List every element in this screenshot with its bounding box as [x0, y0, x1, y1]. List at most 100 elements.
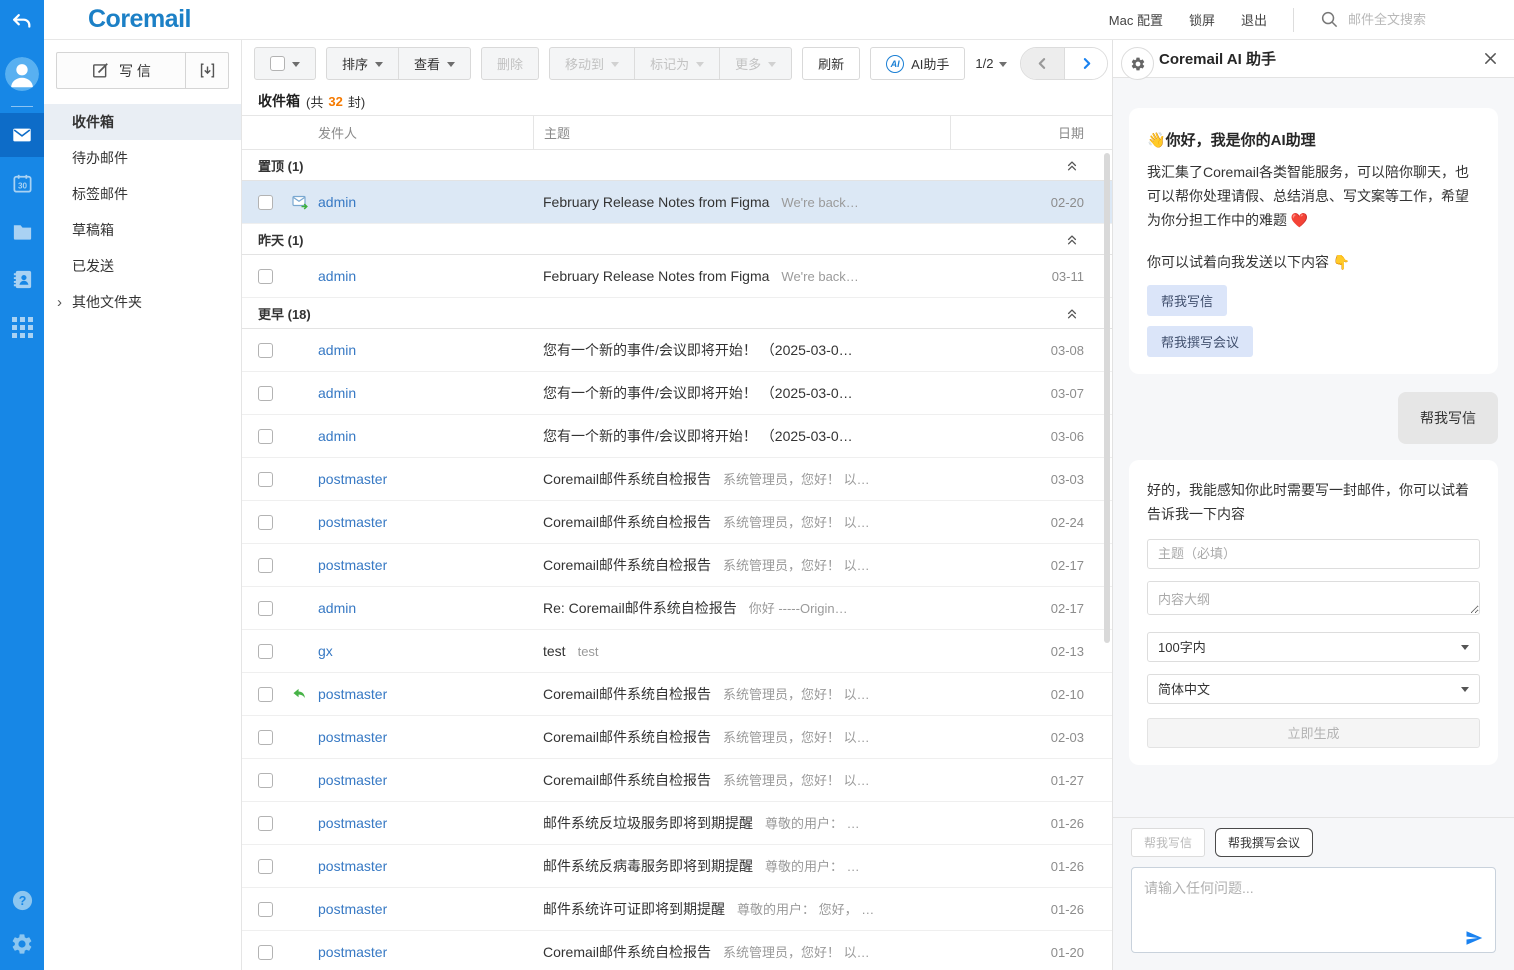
ai-question-input[interactable]: [1131, 867, 1496, 953]
row-checkbox[interactable]: [258, 730, 273, 745]
row-checkbox[interactable]: [258, 644, 273, 659]
contacts-icon[interactable]: [0, 257, 44, 301]
delete-button[interactable]: 删除: [482, 48, 538, 79]
avatar[interactable]: [0, 52, 44, 96]
email-row[interactable]: postmaster邮件系统许可证即将到期提醒尊敬的用户： 您好， …01-26: [242, 888, 1112, 931]
folder-icon[interactable]: [0, 209, 44, 253]
sender-link[interactable]: postmaster: [318, 858, 387, 874]
sidebar-item-2[interactable]: 标签邮件: [44, 176, 241, 212]
row-checkbox[interactable]: [258, 945, 273, 960]
sender-link[interactable]: admin: [318, 385, 356, 401]
list-settings-gear-icon[interactable]: [1121, 47, 1154, 80]
sidebar-item-0[interactable]: 收件箱: [44, 104, 241, 140]
email-row[interactable]: postmasterCoremail邮件系统自检报告系统管理员，您好！ 以…03…: [242, 458, 1112, 501]
menu-logout[interactable]: 退出: [1241, 10, 1267, 29]
scrollbar-thumb[interactable]: [1104, 153, 1110, 643]
quick-button[interactable]: 帮我撰写会议: [1215, 828, 1313, 857]
row-checkbox[interactable]: [258, 472, 273, 487]
row-checkbox[interactable]: [258, 773, 273, 788]
page-indicator[interactable]: 1/2: [975, 56, 1007, 71]
send-icon[interactable]: [1464, 929, 1484, 947]
generate-now-button[interactable]: 立即生成: [1147, 718, 1480, 748]
sender-link[interactable]: postmaster: [318, 901, 387, 917]
sender-link[interactable]: postmaster: [318, 729, 387, 745]
sender-link[interactable]: postmaster: [318, 815, 387, 831]
email-row[interactable]: postmasterCoremail邮件系统自检报告系统管理员，您好！ 以…02…: [242, 544, 1112, 587]
row-checkbox[interactable]: [258, 195, 273, 210]
email-row[interactable]: admin您有一个新的事件/会议即将开始！ （2025-03-0…03-07: [242, 372, 1112, 415]
compose-button[interactable]: 写 信: [57, 53, 186, 88]
column-sender[interactable]: 发件人: [242, 116, 533, 149]
mail-outline-textarea[interactable]: [1147, 581, 1480, 615]
row-checkbox[interactable]: [258, 386, 273, 401]
column-subject[interactable]: 主题: [533, 116, 950, 149]
row-checkbox[interactable]: [258, 558, 273, 573]
email-row[interactable]: postmasterCoremail邮件系统自检报告系统管理员，您好！ 以…02…: [242, 501, 1112, 544]
ai-assistant-button[interactable]: AIAI助手: [871, 48, 964, 79]
suggestion-chip[interactable]: 帮我撰写会议: [1147, 326, 1253, 357]
search-icon[interactable]: [1320, 10, 1339, 29]
menu-mac-config[interactable]: Mac 配置: [1109, 10, 1163, 29]
mark-as-button[interactable]: 标记为: [634, 48, 719, 79]
sender-link[interactable]: postmaster: [318, 471, 387, 487]
collapse-icon[interactable]: [1066, 233, 1078, 246]
view-button[interactable]: 查看: [398, 48, 470, 79]
sender-link[interactable]: admin: [318, 342, 356, 358]
sidebar-item-1[interactable]: 待办邮件: [44, 140, 241, 176]
settings-gear-icon[interactable]: [0, 922, 44, 966]
email-row[interactable]: postmasterCoremail邮件系统自检报告系统管理员，您好！ 以…02…: [242, 716, 1112, 759]
quick-button[interactable]: 帮我写信: [1131, 828, 1205, 857]
collapse-icon[interactable]: [1066, 159, 1078, 172]
sender-link[interactable]: admin: [318, 194, 356, 210]
email-row[interactable]: admin您有一个新的事件/会议即将开始！ （2025-03-0…03-08: [242, 329, 1112, 372]
length-select[interactable]: 100字内: [1147, 632, 1480, 662]
sender-link[interactable]: postmaster: [318, 514, 387, 530]
email-row[interactable]: admin您有一个新的事件/会议即将开始！ （2025-03-0…03-06: [242, 415, 1112, 458]
sender-link[interactable]: gx: [318, 643, 333, 659]
mail-subject-input[interactable]: [1147, 539, 1480, 569]
sender-link[interactable]: postmaster: [318, 944, 387, 960]
sender-link[interactable]: postmaster: [318, 686, 387, 702]
search-input[interactable]: [1348, 12, 1498, 27]
email-row[interactable]: postmasterCoremail邮件系统自检报告系统管理员，您好！ 以…02…: [242, 673, 1112, 716]
sidebar-item-3[interactable]: 草稿箱: [44, 212, 241, 248]
email-row[interactable]: adminFebruary Release Notes from FigmaWe…: [242, 181, 1112, 224]
sender-link[interactable]: admin: [318, 268, 356, 284]
suggestion-chip[interactable]: 帮我写信: [1147, 285, 1227, 316]
mail-icon[interactable]: [0, 113, 44, 157]
email-row[interactable]: gxtesttest02-13: [242, 630, 1112, 673]
row-checkbox[interactable]: [258, 859, 273, 874]
row-checkbox[interactable]: [258, 687, 273, 702]
row-checkbox[interactable]: [258, 601, 273, 616]
sender-link[interactable]: admin: [318, 428, 356, 444]
column-date[interactable]: 日期: [950, 116, 1112, 149]
help-icon[interactable]: ?: [0, 878, 44, 922]
email-row[interactable]: postmaster邮件系统反垃圾服务即将到期提醒尊敬的用户： …01-26: [242, 802, 1112, 845]
email-row[interactable]: adminFebruary Release Notes from FigmaWe…: [242, 255, 1112, 298]
sort-button[interactable]: 排序: [327, 48, 398, 79]
email-row[interactable]: postmaster邮件系统反病毒服务即将到期提醒尊敬的用户： …01-26: [242, 845, 1112, 888]
calendar-icon[interactable]: 30: [0, 161, 44, 205]
row-checkbox[interactable]: [258, 816, 273, 831]
sender-link[interactable]: postmaster: [318, 772, 387, 788]
email-row[interactable]: adminRe: Coremail邮件系统自检报告你好 -----Origin……: [242, 587, 1112, 630]
row-checkbox[interactable]: [258, 269, 273, 284]
email-row[interactable]: postmasterCoremail邮件系统自检报告系统管理员，您好！ 以…01…: [242, 931, 1112, 970]
menu-lock-screen[interactable]: 锁屏: [1189, 10, 1215, 29]
move-to-button[interactable]: 移动到: [550, 48, 634, 79]
sender-link[interactable]: postmaster: [318, 557, 387, 573]
select-all-checkbox[interactable]: [255, 48, 315, 79]
row-checkbox[interactable]: [258, 343, 273, 358]
prev-page-button[interactable]: [1021, 48, 1064, 79]
language-select[interactable]: 简体中文: [1147, 674, 1480, 704]
more-button[interactable]: 更多: [719, 48, 791, 79]
email-row[interactable]: postmasterCoremail邮件系统自检报告系统管理员，您好！ 以…01…: [242, 759, 1112, 802]
undo-icon[interactable]: [0, 0, 44, 44]
close-icon[interactable]: [1483, 51, 1498, 66]
sender-link[interactable]: admin: [318, 600, 356, 616]
sidebar-item-4[interactable]: 已发送: [44, 248, 241, 284]
receive-mail-button[interactable]: [186, 53, 228, 88]
collapse-icon[interactable]: [1066, 307, 1078, 320]
sidebar-item-5[interactable]: ›其他文件夹: [44, 284, 241, 320]
row-checkbox[interactable]: [258, 515, 273, 530]
